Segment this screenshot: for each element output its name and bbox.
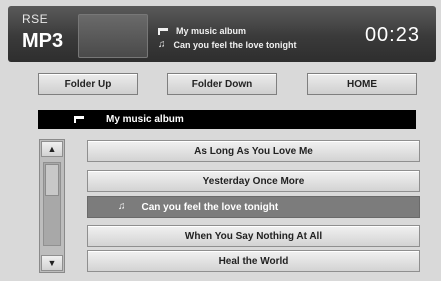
chevron-down-icon: ▼ xyxy=(47,258,57,268)
mp3-player-screen: RSE MP3 My music album ♫ Can you feel th… xyxy=(0,0,441,281)
folder-down-button[interactable]: Folder Down xyxy=(167,73,277,95)
chevron-up-icon: ▲ xyxy=(47,144,57,154)
rear-screen-icon xyxy=(78,14,148,58)
scroll-track[interactable] xyxy=(43,162,61,246)
source-label: MP3 xyxy=(22,30,64,52)
track-title: Can you feel the love tonight xyxy=(141,201,279,213)
scroll-down-button[interactable]: ▼ xyxy=(41,255,63,271)
track-title: As Long As You Love Me xyxy=(194,145,313,157)
scroll-thumb[interactable] xyxy=(45,164,59,196)
track-title: Heal the World xyxy=(218,255,289,267)
home-button[interactable]: HOME xyxy=(307,73,417,95)
playback-time: 00:23 xyxy=(364,24,420,46)
now-playing-album-label: My music album xyxy=(176,26,247,36)
track-title: When You Say Nothing At All xyxy=(184,230,323,242)
now-playing-header: RSE MP3 My music album ♫ Can you feel th… xyxy=(8,6,436,62)
folder-up-button[interactable]: Folder Up xyxy=(38,73,138,95)
folder-icon xyxy=(74,116,84,123)
folder-icon xyxy=(158,27,168,35)
track-item-selected[interactable]: ♫ Can you feel the love tonight xyxy=(87,196,420,218)
track-item[interactable]: When You Say Nothing At All xyxy=(87,225,420,247)
track-item[interactable]: Heal the World xyxy=(87,250,420,272)
current-folder-label: My music album xyxy=(106,114,184,125)
now-playing-track: ♫ Can you feel the love tonight xyxy=(158,39,297,51)
source-label-small: RSE xyxy=(22,12,49,26)
track-item[interactable]: Yesterday Once More xyxy=(87,170,420,192)
music-note-icon: ♫ xyxy=(158,39,166,50)
track-item[interactable]: As Long As You Love Me xyxy=(87,140,420,162)
track-title: Yesterday Once More xyxy=(202,175,305,187)
track-list-scrollbar[interactable]: ▲ ▼ xyxy=(39,139,65,273)
music-note-icon: ♫ xyxy=(118,201,126,212)
now-playing-track-label: Can you feel the love tonight xyxy=(173,40,297,50)
now-playing-album: My music album xyxy=(158,26,246,36)
current-folder-bar: My music album xyxy=(38,110,416,129)
scroll-up-button[interactable]: ▲ xyxy=(41,141,63,157)
